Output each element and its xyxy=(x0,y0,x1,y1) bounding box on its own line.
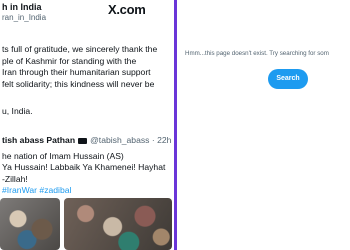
error-page-pane: Hmm...this page doesn't exist. Try searc… xyxy=(177,0,350,250)
tweet-text-line: ple of Kashmir for standing with the xyxy=(2,55,137,66)
quoted-hashtags[interactable]: #IranWar #zadibal xyxy=(2,185,165,196)
search-button[interactable]: Search xyxy=(268,69,308,89)
tweet-closing-text: u, India. xyxy=(2,106,33,116)
quoted-author-handle: @tabish_abass · 22h xyxy=(90,135,172,145)
x-logo: X.com xyxy=(108,2,146,17)
tweet-media-image[interactable] xyxy=(0,198,60,250)
tweet-screenshot-pane: h in India ran_in_India X.com ts full of… xyxy=(0,0,174,250)
quoted-text-line: Ya Hussain! Labbaik Ya Khamenei! Hayhat xyxy=(2,162,166,173)
quoted-author-name: tish abass Pathan xyxy=(2,135,76,145)
tweet-text-line: felt solidarity; this kindness will neve… xyxy=(2,78,155,89)
quoted-tweet-text: he nation of Imam Hussain (AS) Ya Hussai… xyxy=(2,151,165,197)
tweet-text: ts full of gratitude, we sincerely thank… xyxy=(2,44,174,90)
quoted-tweet-header: tish abass Pathan @tabish_abass · 22h xyxy=(2,135,171,145)
error-message: Hmm...this page doesn't exist. Try searc… xyxy=(185,50,329,57)
tweet-media-image[interactable] xyxy=(64,198,172,250)
quoted-text-line: he nation of Imam Hussain (AS) xyxy=(2,151,124,161)
tweet-author-name: h in India xyxy=(2,2,42,12)
tweet-header: h in India ran_in_India X.com xyxy=(0,0,174,26)
tweet-text-line: ts full of gratitude, we sincerely thank… xyxy=(2,44,158,54)
tweet-author-handle: ran_in_India xyxy=(2,13,47,22)
flag-icon xyxy=(78,137,88,144)
tweet-text-line: Iran through their humanitarian support xyxy=(2,67,151,78)
quoted-text-line: -Zillah! xyxy=(2,173,28,184)
